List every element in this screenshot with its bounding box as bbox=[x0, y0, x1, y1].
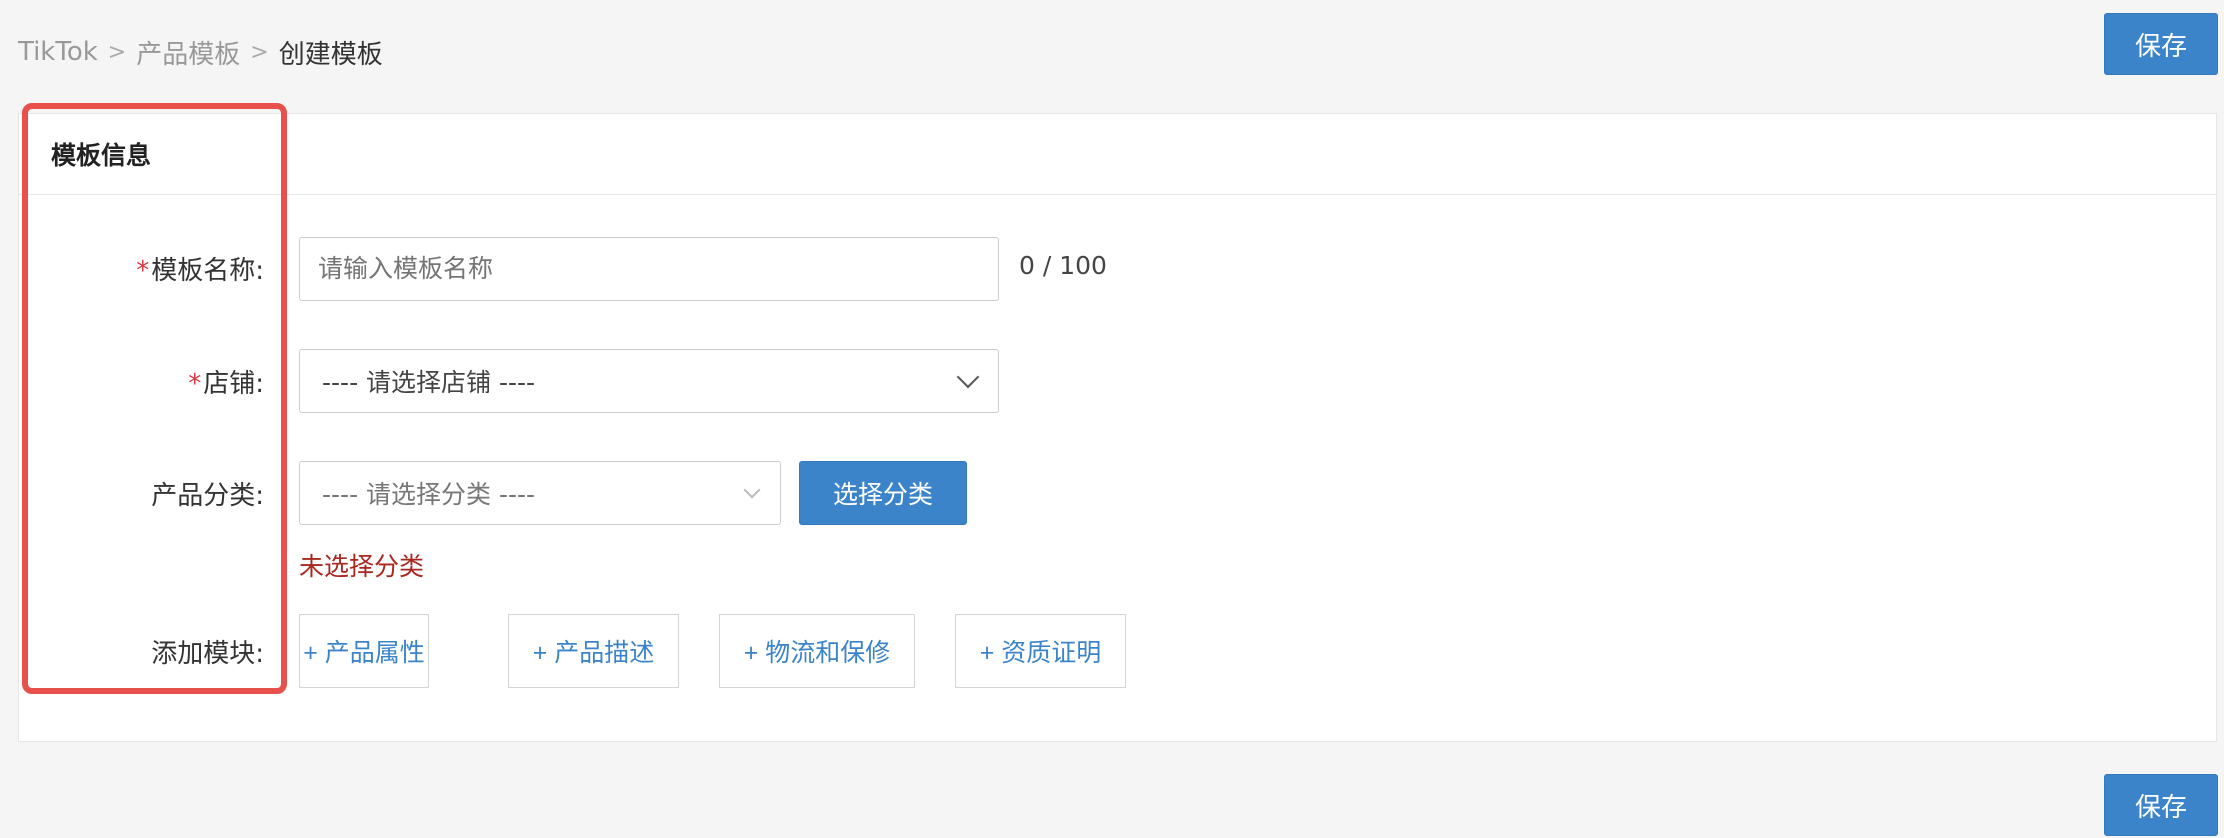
add-product-attributes-button[interactable]: + 产品属性 bbox=[299, 614, 429, 688]
required-mark: * bbox=[136, 256, 150, 286]
add-logistics-warranty-button[interactable]: + 物流和保修 bbox=[719, 614, 915, 688]
store-select[interactable]: ---- 请选择店铺 ---- bbox=[299, 349, 999, 413]
chevron-down-icon bbox=[743, 481, 761, 499]
template-name-char-counter: 0 / 100 bbox=[1019, 251, 1107, 280]
store-label-text: 店铺: bbox=[203, 369, 264, 399]
required-mark: * bbox=[188, 369, 202, 399]
breadcrumb-item-tiktok[interactable]: TikTok bbox=[18, 37, 98, 67]
category-select-value: ---- 请选择分类 ---- bbox=[322, 480, 536, 509]
add-product-description-button[interactable]: + 产品描述 bbox=[508, 614, 679, 688]
category-error-message: 未选择分类 bbox=[299, 552, 425, 581]
template-name-input[interactable] bbox=[299, 237, 999, 301]
save-button-bottom[interactable]: 保存 bbox=[2104, 774, 2218, 836]
breadcrumb-separator-icon: > bbox=[107, 39, 127, 65]
page: TikTok > 产品模板 > 创建模板 保存 模板信息 *模板名称: 0 / … bbox=[0, 0, 2224, 838]
store-select-value: ---- 请选择店铺 ---- bbox=[322, 368, 536, 397]
add-qualification-button[interactable]: + 资质证明 bbox=[955, 614, 1126, 688]
card-title: 模板信息 bbox=[19, 114, 2216, 195]
choose-category-button[interactable]: 选择分类 bbox=[799, 461, 967, 525]
chevron-down-icon bbox=[956, 365, 980, 389]
breadcrumb-item-product-templates[interactable]: 产品模板 bbox=[136, 34, 240, 71]
breadcrumb: TikTok > 产品模板 > 创建模板 bbox=[18, 32, 383, 72]
template-name-label-text: 模板名称: bbox=[151, 256, 264, 286]
breadcrumb-item-create-template: 创建模板 bbox=[278, 39, 383, 70]
add-module-label: 添加模块: bbox=[151, 639, 264, 669]
breadcrumb-separator-icon: > bbox=[250, 39, 269, 65]
category-label: 产品分类: bbox=[151, 481, 264, 511]
category-select[interactable]: ---- 请选择分类 ---- bbox=[299, 461, 781, 525]
store-label: *店铺: bbox=[19, 363, 264, 400]
save-button-top[interactable]: 保存 bbox=[2104, 13, 2218, 75]
template-info-card: 模板信息 *模板名称: 0 / 100 *店铺: ---- 请选择店铺 ----… bbox=[18, 113, 2217, 742]
template-name-label: *模板名称: bbox=[19, 250, 264, 287]
